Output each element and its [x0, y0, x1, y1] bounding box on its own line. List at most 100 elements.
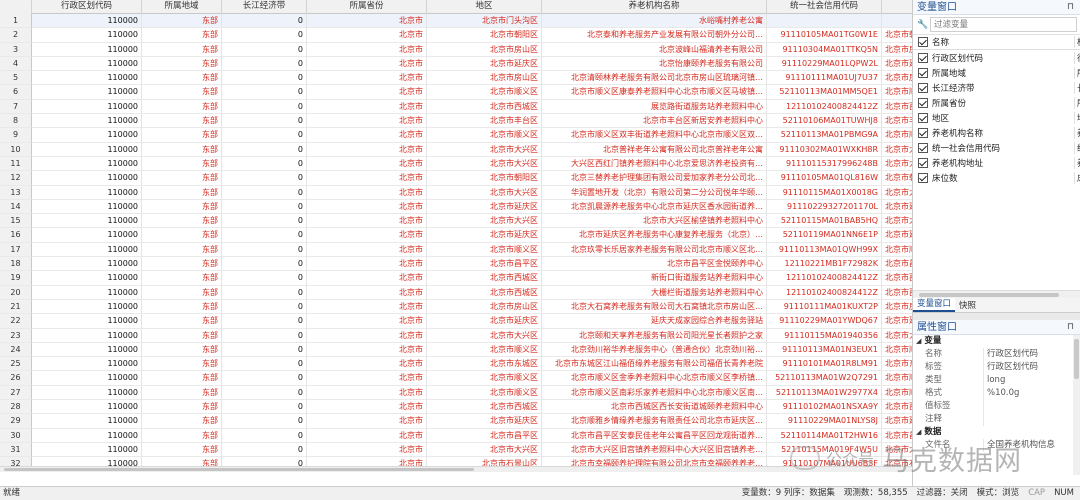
- table-cell[interactable]: 北京市朝阳区: [427, 28, 542, 43]
- table-cell[interactable]: 北京市顺义区北石槽镇北京市顺义: [882, 243, 912, 258]
- table-cell[interactable]: 北京市顺义区: [427, 128, 542, 143]
- table-cell[interactable]: 水峪嘴村养老公寓: [542, 14, 767, 29]
- row-number[interactable]: 20: [0, 285, 32, 300]
- grid-scroll-thumb[interactable]: [4, 468, 474, 471]
- table-cell[interactable]: 北京市顺义区南彩乐家养老照料中心北京市顺义区南…: [542, 385, 767, 401]
- row-number[interactable]: 23: [0, 328, 32, 343]
- row-number[interactable]: 7: [0, 99, 32, 115]
- tab-snapshot[interactable]: 快照: [955, 298, 980, 312]
- variable-row[interactable]: 行政区划代码 行: [913, 50, 1080, 65]
- table-cell[interactable]: 12110102400824412Z: [767, 99, 882, 115]
- row-number[interactable]: 28: [0, 400, 32, 415]
- column-header[interactable]: 所属省份: [307, 0, 427, 14]
- row-number[interactable]: 22: [0, 314, 32, 329]
- table-cell[interactable]: 北京市延庆区香水园街道北京市延: [882, 200, 912, 215]
- table-cell[interactable]: 北京市: [307, 199, 427, 215]
- table-cell[interactable]: 北京市: [307, 285, 427, 300]
- table-cell[interactable]: 北京市大兴区旧宫镇北京市大兴区: [882, 443, 912, 458]
- variable-list-scroll-thumb[interactable]: [919, 293, 1059, 297]
- variable-row[interactable]: 地区 地: [913, 110, 1080, 125]
- table-cell[interactable]: 0: [222, 257, 307, 272]
- row-number[interactable]: 13: [0, 185, 32, 200]
- property-scroll-thumb[interactable]: [1074, 339, 1079, 379]
- table-cell[interactable]: 北京市东城区江山福佰缘养老服务有限公司福佰长青养老院: [542, 357, 767, 372]
- table-cell[interactable]: 110000: [32, 328, 142, 343]
- table-cell[interactable]: 北京三替养老护理集团有限公司爱加家养老分公司北…: [542, 171, 767, 186]
- table-cell[interactable]: 北京市: [307, 385, 427, 401]
- table-cell[interactable]: 北京泰和养老服务产业发展有限公司朝外分公司…: [542, 28, 767, 43]
- property-row[interactable]: 注释: [913, 413, 1080, 426]
- table-cell[interactable]: 北京市: [307, 85, 427, 100]
- table-cell[interactable]: 91110111MA01KUXT2P: [767, 299, 882, 315]
- table-cell[interactable]: 110000: [32, 299, 142, 315]
- table-cell[interactable]: 北京市东城区体育馆路街道北京市: [882, 357, 912, 372]
- table-cell[interactable]: 110000: [32, 357, 142, 372]
- row-number[interactable]: 29: [0, 414, 32, 429]
- property-value[interactable]: [983, 413, 1080, 426]
- table-cell[interactable]: 91110105MA01TG0W1E: [767, 28, 882, 43]
- row-number[interactable]: 17: [0, 242, 32, 258]
- table-cell[interactable]: 91110113MA01N3EUX1: [767, 342, 882, 358]
- table-cell[interactable]: 52110106MA01TUWHJ8: [767, 114, 882, 129]
- table-cell[interactable]: 12110102400824412Z: [767, 285, 882, 300]
- table-cell[interactable]: 北京劲川裕华养老服务中心（普通合伙）北京劲川裕…: [542, 342, 767, 358]
- table-cell[interactable]: 0: [222, 185, 307, 200]
- table-cell[interactable]: 北京市: [307, 371, 427, 386]
- row-number[interactable]: 8: [0, 114, 32, 129]
- table-row[interactable]: 26 110000 东部 0 北京市 北京市顺义区 北京市顺义区金季养老照料中心北京市顺义区…: [0, 371, 912, 386]
- row-number[interactable]: 25: [0, 357, 32, 372]
- table-cell[interactable]: 110000: [32, 114, 142, 129]
- table-cell[interactable]: 北京市: [307, 99, 427, 115]
- table-row[interactable]: 32 110000 东部 0 北京市 北京市石景山区 北京市幸福颐养护理院有限公司北京市幸福…: [0, 457, 912, 466]
- table-row[interactable]: 3 110000 东部 0 北京市 北京市房山区 北京波峰山福清养老有限公司 91110304…: [0, 42, 912, 57]
- table-cell[interactable]: 0: [222, 214, 307, 229]
- table-cell[interactable]: 0: [222, 342, 307, 358]
- table-cell[interactable]: 0: [222, 56, 307, 72]
- table-cell[interactable]: 北京市顺义区: [427, 385, 542, 401]
- section-data[interactable]: ◢ 数据: [913, 426, 1080, 439]
- table-cell[interactable]: [882, 14, 912, 29]
- property-value[interactable]: 行政区划代码: [983, 361, 1080, 374]
- table-cell[interactable]: 110000: [32, 257, 142, 272]
- property-value[interactable]: %10.0g: [983, 387, 1080, 400]
- table-cell[interactable]: 110000: [32, 142, 142, 157]
- table-row[interactable]: 15 110000 东部 0 北京市 北京市大兴区 北京市大兴区榆垡镇养老照料中心 52110…: [0, 214, 912, 229]
- table-cell[interactable]: 110000: [32, 414, 142, 429]
- table-cell[interactable]: 东部: [142, 257, 222, 272]
- table-cell[interactable]: 北京市: [307, 114, 427, 129]
- table-cell[interactable]: 110000: [32, 342, 142, 358]
- property-row[interactable]: 标签 行政区划代码: [913, 361, 1080, 374]
- property-value[interactable]: [983, 400, 1080, 413]
- table-cell[interactable]: 东部: [142, 428, 222, 443]
- table-cell[interactable]: 北京市西城区: [427, 271, 542, 286]
- table-cell[interactable]: 东部: [142, 228, 222, 243]
- table-cell[interactable]: 东部: [142, 242, 222, 258]
- table-cell[interactable]: 91110302MA01WXKH8R: [767, 142, 882, 157]
- table-cell[interactable]: 北京市石景山区: [427, 457, 542, 466]
- table-cell[interactable]: 北京市昌平区回龙观街道北京市昌: [882, 429, 912, 443]
- table-cell[interactable]: 北京市顺义区: [427, 85, 542, 100]
- table-row[interactable]: 17 110000 东部 0 北京市 北京市顺义区 北京玖零长乐居家养老服务有限公司北京市顺…: [0, 242, 912, 258]
- table-cell[interactable]: 东部: [142, 85, 222, 100]
- table-cell[interactable]: 北京市石景山区八角街道北京市石: [882, 457, 912, 466]
- grid-horizontal-scrollbar[interactable]: [0, 466, 912, 472]
- table-row[interactable]: 14 110000 东部 0 北京市 北京市延庆区 北京凯晨源养老服务中心北京市延庆区香水园…: [0, 199, 912, 215]
- table-cell[interactable]: 91110115MA01X0018G: [767, 185, 882, 200]
- wrench-icon[interactable]: 🔧: [916, 20, 930, 30]
- row-number[interactable]: 21: [0, 299, 32, 315]
- table-cell[interactable]: 0: [222, 228, 307, 243]
- table-cell[interactable]: 北京市: [307, 342, 427, 358]
- column-header[interactable]: 统一社会信用代码: [767, 0, 882, 14]
- table-cell[interactable]: 0: [222, 128, 307, 143]
- table-cell[interactable]: 北京市: [307, 28, 427, 43]
- table-cell[interactable]: 北京市朝阳区北苑乡北京市朝阳区: [882, 171, 912, 186]
- table-cell[interactable]: 北京市昌平区回龙观街道北京市昌: [882, 257, 912, 272]
- table-cell[interactable]: 大兴区西红门镇养老照料中心北京爱思济养老投资有…: [542, 156, 767, 172]
- table-cell[interactable]: 北京市延庆区养老服务中心康复养老服务（北京）…: [542, 228, 767, 243]
- table-cell[interactable]: 52110113MA01W2Q7291: [767, 371, 882, 386]
- table-cell[interactable]: 北京市延庆区: [427, 314, 542, 329]
- table-cell[interactable]: 52110114MA01T2HW16: [767, 428, 882, 443]
- table-cell[interactable]: 91110229MA01NLYS8J: [767, 414, 882, 429]
- property-vertical-scrollbar[interactable]: [1073, 335, 1080, 475]
- table-cell[interactable]: 北京清颐林养老服务有限公司北京市房山区琉璃河镇…: [542, 71, 767, 86]
